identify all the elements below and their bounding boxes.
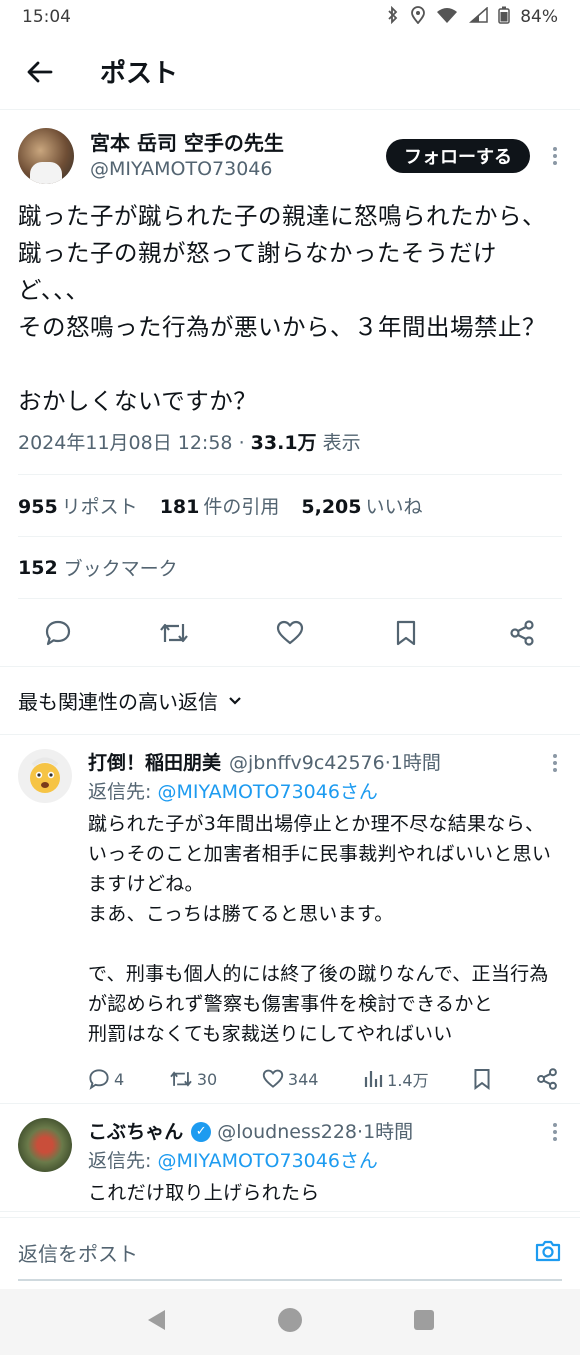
reply-to-line: 返信先: @MIYAMOTO73046さん [88,1146,562,1176]
sort-label: 最も関連性の高い返信 [18,690,218,714]
tweet-actions [0,599,580,667]
chevron-down-icon [228,691,242,710]
likes-count: 5,205 [301,496,362,518]
quotes-stat[interactable]: 181 件の引用 [160,492,280,519]
reply-time: 1時間 [390,752,441,774]
bookmark-icon[interactable] [386,613,426,653]
reply-time: 1時間 [363,1121,414,1143]
views-count: 33.1万 [250,432,317,454]
page-title: ポスト [100,59,179,89]
reply-icon [89,1069,109,1090]
meta-separator: · [238,432,251,454]
like-count: 344 [287,1069,319,1089]
back-arrow-icon[interactable] [22,54,58,90]
avatar[interactable] [18,749,72,803]
battery-icon [498,6,510,28]
reposts-count: 955 [18,496,58,518]
views-count: 1.4万 [387,1071,429,1090]
like-heart-icon[interactable] [270,613,310,653]
reply-header: 打倒！稲田朋美 @jbnffv9c42576 · 1時間 [88,749,562,777]
follow-button[interactable]: フォローする [386,139,530,173]
author-handle[interactable]: @MIYAMOTO73046 [90,156,386,182]
like-count-button[interactable]: 344 [262,1069,319,1089]
location-icon [410,6,426,28]
more-options-icon[interactable] [548,145,562,167]
quotes-label: 件の引用 [203,496,280,518]
bluetooth-icon [386,5,400,28]
reply-to-prefix: 返信先: [88,781,158,803]
reply-to-handle[interactable]: @MIYAMOTO73046さん [157,781,377,803]
tweet-datetime[interactable]: 2024年11月08日 12:58 [18,432,233,454]
retweet-icon[interactable] [154,613,194,653]
reposts-label: リポスト [61,496,138,518]
battery-percent: 84% [520,7,558,27]
reply-body: 打倒！稲田朋美 @jbnffv9c42576 · 1時間 返信先: @MIYAM… [88,749,562,1091]
system-nav-bar [0,1289,580,1355]
reply-text: これだけ取り上げられたら [88,1182,320,1204]
reply-author-handle[interactable]: @jbnffv9c42576 [229,749,385,777]
bookmarks-stat: 152 ブックマーク [18,537,562,599]
composer-underline [18,1279,562,1281]
status-time: 15:04 [22,7,71,27]
quotes-count: 181 [159,496,200,518]
camera-icon[interactable] [534,1239,562,1267]
bookmark-icon[interactable] [473,1068,491,1090]
author-name[interactable]: 宮本 岳司 空手の先生 [90,130,386,156]
tweet-header: 宮本 岳司 空手の先生 @MIYAMOTO73046 フォローする [18,126,562,186]
main-tweet: 宮本 岳司 空手の先生 @MIYAMOTO73046 フォローする 蹴った子が蹴… [0,110,580,667]
analytics-icon [365,1071,383,1087]
share-icon[interactable] [536,1068,558,1090]
reply-input[interactable]: 返信をポスト [18,1238,534,1267]
reply-count: 4 [114,1069,125,1089]
reply-text: 蹴られた子が3年間出場停止とか理不尽な結果なら、いっそのこと加害者相手に民事裁判… [88,813,552,1045]
more-options-icon[interactable] [552,1122,558,1147]
retweet-icon [170,1071,192,1087]
wifi-icon [436,7,458,27]
tweet-text: 蹴った子が蹴られた子の親達に怒鳴られたから、蹴った子の親が怒って謝らなかったそう… [18,202,546,415]
reply-item[interactable]: こぶちゃん ✓ @loudness228 · 1時間 返信先: @MIYAMOT… [0,1104,580,1212]
like-heart-icon [262,1069,284,1088]
tweet-meta: 2024年11月08日 12:58 · 33.1万 表示 [18,428,562,475]
reply-item[interactable]: 打倒！稲田朋美 @jbnffv9c42576 · 1時間 返信先: @MIYAM… [0,735,580,1104]
nav-back-icon[interactable] [145,1308,167,1336]
nav-home-icon[interactable] [277,1307,303,1337]
reply-author-name[interactable]: 打倒！稲田朋美 [88,749,221,777]
reply-icon[interactable] [38,613,78,653]
retweet-count-button[interactable]: 30 [169,1069,217,1089]
likes-label: いいね [365,496,423,518]
nav-recents-icon[interactable] [413,1309,435,1335]
views-label: 表示 [322,432,361,454]
reply-actions: 4 30 344 1.4万 [88,1067,562,1091]
views-count-button[interactable]: 1.4万 [363,1067,429,1091]
reply-to-prefix: 返信先: [88,1150,158,1172]
reply-header: こぶちゃん ✓ @loudness228 · 1時間 [88,1118,562,1146]
status-bar: 15:04 84% [0,0,580,34]
avatar[interactable] [18,1118,72,1172]
app-header: ポスト [0,34,580,110]
likes-stat[interactable]: 5,205 いいね [301,492,422,519]
verified-badge-icon: ✓ [191,1122,212,1142]
author-block: 宮本 岳司 空手の先生 @MIYAMOTO73046 [90,130,386,182]
reply-body: こぶちゃん ✓ @loudness228 · 1時間 返信先: @MIYAMOT… [88,1118,562,1204]
reply-to-line: 返信先: @MIYAMOTO73046さん [88,777,562,807]
reply-author-name[interactable]: こぶちゃん [88,1118,183,1146]
share-icon[interactable] [502,613,542,653]
status-icons: 84% [386,5,558,28]
reply-composer: 返信をポスト [0,1217,580,1287]
bookmarks-label: ブックマーク [63,558,178,580]
bookmarks-count: 152 [18,556,58,579]
avatar[interactable] [18,128,74,184]
engagement-stats: 955 リポスト 181 件の引用 5,205 いいね [18,475,562,537]
more-options-icon[interactable] [552,753,558,778]
reply-count-button[interactable]: 4 [88,1068,124,1090]
signal-icon [468,6,488,27]
reposts-stat[interactable]: 955 リポスト [18,492,138,519]
reply-author-handle[interactable]: @loudness228 [217,1118,357,1146]
reply-to-handle[interactable]: @MIYAMOTO73046さん [157,1150,377,1172]
reply-sort-dropdown[interactable]: 最も関連性の高い返信 [0,667,580,735]
retweet-count: 30 [196,1069,218,1089]
